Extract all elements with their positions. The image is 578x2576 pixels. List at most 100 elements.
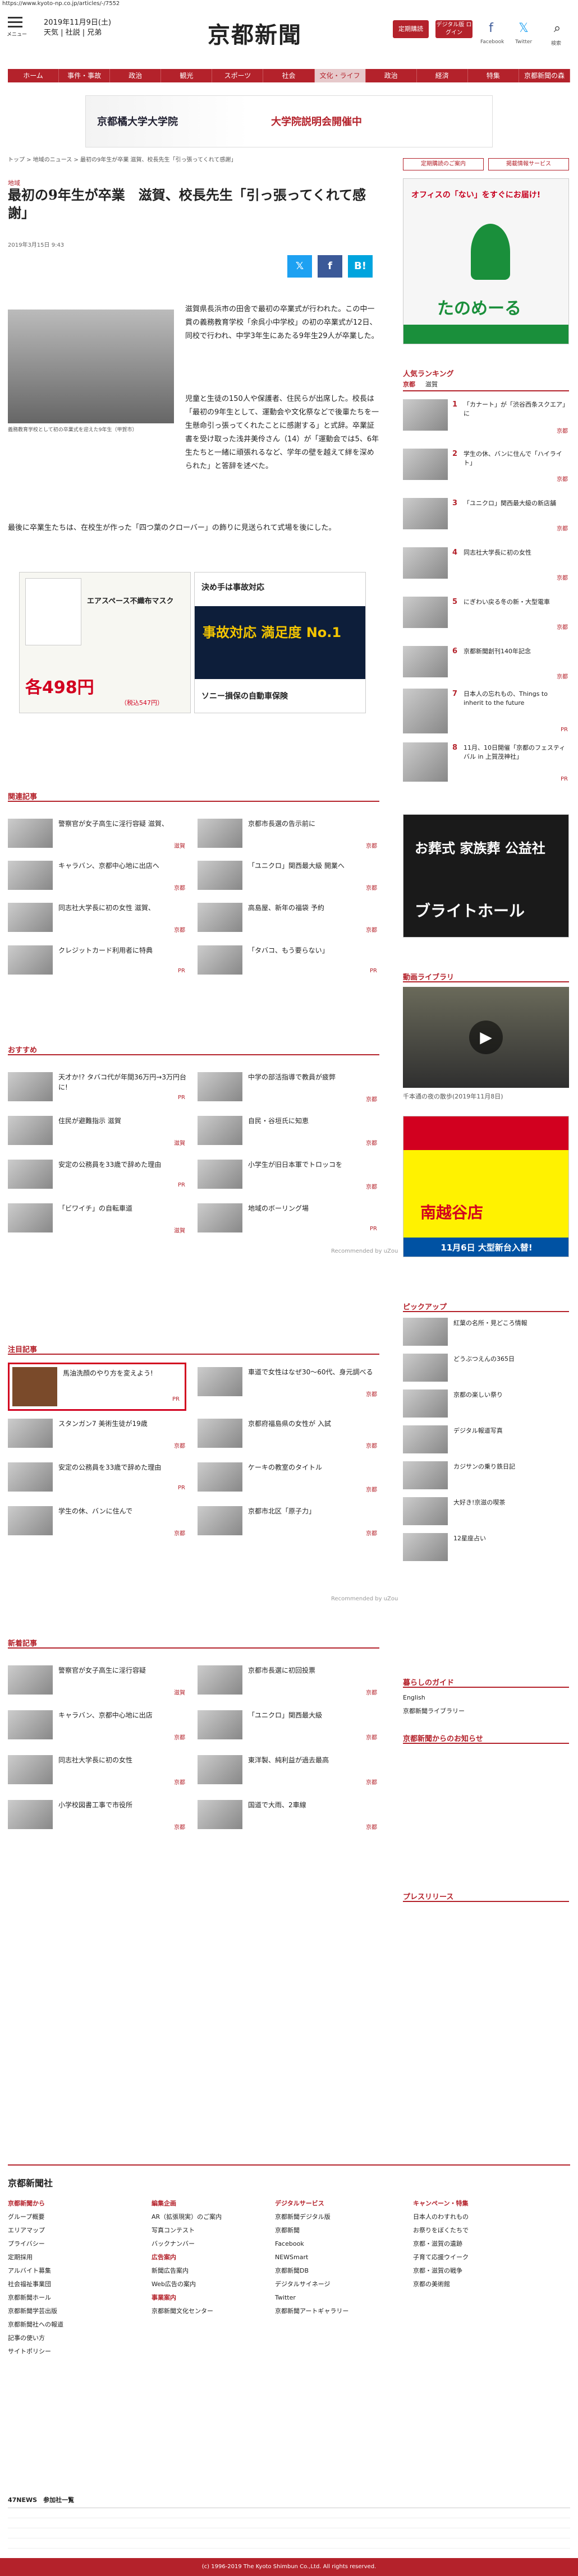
nav-item[interactable]: 特集 (468, 69, 519, 82)
footer-link[interactable]: AR（拡張現実）のご案内 (152, 2210, 222, 2224)
ranking-thumb[interactable] (403, 689, 448, 733)
recommend-thumb[interactable] (198, 1116, 242, 1145)
nav-item[interactable]: 社会 (263, 69, 315, 82)
attention-thumb[interactable] (198, 1367, 242, 1396)
pickup-thumb[interactable] (403, 1425, 448, 1453)
subscribe-button[interactable]: 定期購読 (393, 20, 429, 38)
footer-link[interactable]: 日本人のわすれもの (413, 2210, 469, 2224)
footer-link[interactable]: エリアマップ (8, 2224, 63, 2237)
ranking-thumb[interactable] (403, 547, 448, 579)
recommend-thumb[interactable] (8, 1116, 53, 1145)
pickup-thumb[interactable] (403, 1354, 448, 1382)
newest-thumb[interactable] (8, 1800, 53, 1829)
facebook-icon[interactable]: f (483, 20, 499, 37)
footer-link[interactable]: 京都新聞文化センター (152, 2305, 222, 2318)
footer-link[interactable]: 社会福祉事業団 (8, 2278, 63, 2291)
footer-link[interactable]: デジタルサイネージ (275, 2278, 348, 2291)
recommend-item[interactable]: 天才か!? タバコ代が年間36万円→3万円台に! (58, 1072, 187, 1092)
footer-link[interactable]: サイトポリシー (8, 2345, 63, 2358)
newest-thumb[interactable] (8, 1755, 53, 1784)
attention-item[interactable]: 馬油洗顔のやり方を変えよう! (63, 1368, 181, 1378)
footer-link[interactable]: 京都新聞社への報道 (8, 2318, 63, 2332)
pickup-thumb[interactable] (403, 1461, 448, 1489)
pickup-item[interactable]: カジサンの乗り鉄日記 (453, 1462, 515, 1471)
weather-links[interactable]: 天気 | 社説 | 兄弟 (44, 28, 111, 38)
recommend-item[interactable]: 中学の部活指導で教員が疲弊 (248, 1072, 377, 1082)
related-item[interactable]: クレジットカード利用者に特典 (58, 945, 187, 955)
recommend-item[interactable]: 地域のボーリング場 (248, 1203, 377, 1213)
recommend-thumb[interactable] (198, 1203, 242, 1232)
footer-link[interactable]: 京都新聞ホール (8, 2291, 63, 2305)
footer-logo[interactable]: 京都新聞社 (8, 2176, 53, 2189)
ranking-thumb[interactable] (403, 498, 448, 529)
footer-link[interactable]: 京都新聞デジタル版 (275, 2210, 348, 2224)
related-item[interactable]: 「ユニクロ」関西最大級 開業へ (248, 861, 377, 871)
ranking-thumb[interactable] (403, 399, 448, 431)
ranking-thumb[interactable] (403, 449, 448, 480)
footer-link[interactable]: 記事の使い方 (8, 2332, 63, 2345)
newest-item[interactable]: 東洋製、純利益が過去最高 (248, 1755, 377, 1765)
sony-insurance-ad[interactable]: 決め手は事故対応 事故対応 満足度 No.1 ソニー損保の自動車保険 (194, 572, 366, 713)
related-thumb[interactable] (8, 903, 53, 932)
attention-item[interactable]: スタンガン7 美術生徒が19歳 (58, 1419, 187, 1429)
share-hatena-button[interactable]: B! (348, 255, 373, 278)
footer-link[interactable]: グループ概要 (8, 2210, 63, 2224)
related-item[interactable]: 京都市長選の告示前に (248, 819, 377, 829)
ranking-item[interactable]: 同志社大学長に初の女性 (464, 548, 568, 557)
ranking-item[interactable]: 学生の休、バンに住んで「ハイライト」 (464, 450, 568, 468)
digital-login-button[interactable]: デジタル版 ログイン (435, 20, 473, 38)
listing-service-button[interactable]: 掲載情報サービス (488, 158, 569, 170)
related-thumb[interactable] (198, 903, 242, 932)
pickup-thumb[interactable] (403, 1389, 448, 1418)
attention-thumb[interactable] (8, 1462, 53, 1492)
recommend-item[interactable]: 「ビワイチ」の自転車道 (58, 1203, 187, 1213)
recommend-thumb[interactable] (198, 1072, 242, 1101)
recommend-item[interactable]: 住民が避難指示 滋賀 (58, 1116, 187, 1126)
ranking-item[interactable]: 11月、10日開催「京都のフェスティバル in 上賀茂神社」 (464, 744, 568, 761)
recommend-item[interactable]: 小学生が旧日本軍でトロッコを (248, 1160, 377, 1170)
attention-item[interactable]: ケーキの教室のタイトル (248, 1462, 377, 1472)
ranking-item[interactable]: 日本人の忘れもの、Things to inherit to the future (464, 690, 568, 708)
newest-item[interactable]: 「ユニクロ」関西最大級 (248, 1710, 377, 1720)
attention-thumb[interactable] (12, 1367, 57, 1406)
ranking-item[interactable]: 「ユニクロ」関西最大級の新店舗 (464, 499, 568, 508)
pickup-item[interactable]: どうぶつえんの365日 (453, 1355, 515, 1364)
related-thumb[interactable] (8, 819, 53, 848)
related-thumb[interactable] (198, 819, 242, 848)
breadcrumb[interactable]: トップ > 地域のニュース > 最初の9年生が卒業 滋賀、校長先生「引っ張ってく… (8, 155, 236, 163)
newest-item[interactable]: 国道で大雨、2車線 (248, 1800, 377, 1810)
footer-link[interactable]: プライバシー (8, 2237, 63, 2251)
ranking-item[interactable]: 「カナート」が「渋谷西条スクエア」に (464, 400, 568, 418)
attention-thumb[interactable] (8, 1419, 53, 1448)
attention-item[interactable]: 京都府福島県の女性が 入試 (248, 1419, 377, 1429)
newest-item[interactable]: 小学校図書工事で市役所 (58, 1800, 187, 1810)
pickup-item[interactable]: 12星座占い (453, 1534, 486, 1543)
attention-thumb[interactable] (8, 1506, 53, 1535)
related-thumb[interactable] (198, 945, 242, 975)
share-facebook-button[interactable]: f (318, 255, 342, 278)
ranking-tab-shiga[interactable]: 滋賀 (425, 378, 448, 390)
pickup-thumb[interactable] (403, 1497, 448, 1525)
footer-link[interactable]: バックナンバー (152, 2237, 222, 2251)
recommend-thumb[interactable] (8, 1160, 53, 1189)
footer-link[interactable]: NEWSmart (275, 2251, 348, 2264)
affiliates-list[interactable] (8, 2508, 570, 2552)
footer-link[interactable]: 子育て応援ウイーク (413, 2251, 469, 2264)
nav-item[interactable]: 政治 (110, 69, 162, 82)
ranking-item[interactable]: にぎわい戻る冬の新・大型電車 (464, 598, 568, 607)
newest-item[interactable]: キャラバン、京都中心地に出店 (58, 1710, 187, 1720)
footer-link[interactable]: 新聞広告案内 (152, 2264, 222, 2278)
subscription-info-button[interactable]: 定期購読のご案内 (403, 158, 484, 170)
search-icon[interactable]: ⌕ (549, 20, 566, 37)
attention-item[interactable]: 学生の休、バンに住んで (58, 1506, 187, 1516)
attention-thumb[interactable] (198, 1419, 242, 1448)
footer-link[interactable]: 写真コンテスト (152, 2224, 222, 2237)
newest-item[interactable]: 同志社大学長に初の女性 (58, 1755, 187, 1765)
related-item[interactable]: 警察官が女子高生に淫行容疑 滋賀、 (58, 819, 187, 829)
recommend-item[interactable]: 自民・谷垣氏に知恵 (248, 1116, 377, 1126)
pickup-item[interactable]: デジタル報道写真 (453, 1427, 503, 1435)
nav-item[interactable]: 京都新聞の森 (519, 69, 571, 82)
pickup-thumb[interactable] (403, 1533, 448, 1561)
attention-item[interactable]: 京都市北区「原子力」 (248, 1506, 377, 1516)
attention-item[interactable]: 車道で女性はなぜ30〜60代、身元調べる (248, 1367, 377, 1377)
